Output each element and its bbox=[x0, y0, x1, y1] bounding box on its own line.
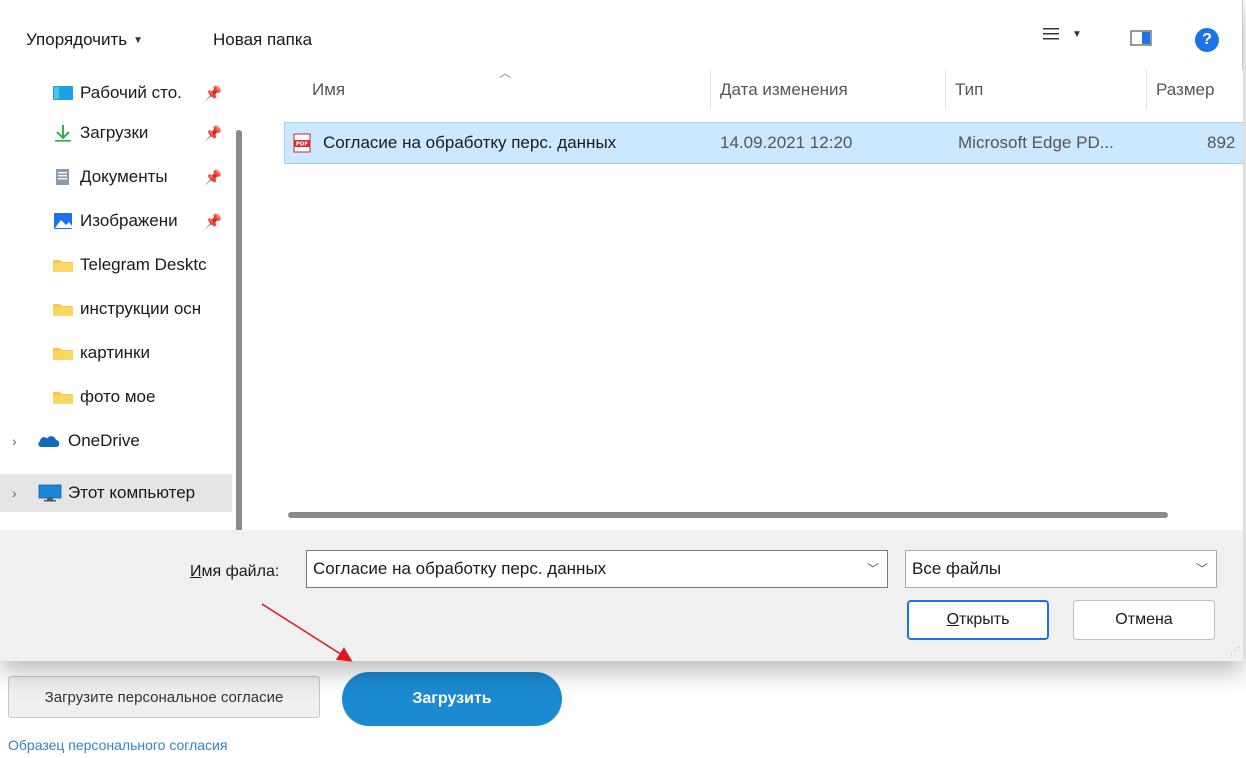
nav-scrollbar[interactable] bbox=[236, 130, 242, 530]
pin-icon: 📌 bbox=[204, 168, 222, 185]
file-type: Microsoft Edge PD... bbox=[958, 133, 1114, 152]
screen: Загрузите персональное согласие Загрузит… bbox=[0, 0, 1246, 758]
nav-item-label: OneDrive bbox=[68, 431, 140, 450]
nav-item-desktop[interactable]: Рабочий сто. 📌 bbox=[0, 74, 232, 112]
cancel-button[interactable]: Отмена bbox=[1073, 600, 1215, 640]
nav-item-onedrive[interactable]: › OneDrive bbox=[0, 422, 232, 460]
nav-item-label: картинки bbox=[80, 343, 150, 362]
chevron-right-icon[interactable]: › bbox=[12, 433, 17, 449]
column-header-type[interactable]: Тип bbox=[955, 80, 983, 100]
nav-item-pictures-folder[interactable]: картинки bbox=[0, 334, 232, 372]
computer-icon bbox=[38, 484, 62, 502]
pdf-icon: PDF bbox=[293, 133, 311, 153]
pin-icon: 📌 bbox=[204, 124, 222, 141]
nav-item-documents[interactable]: Документы 📌 bbox=[0, 158, 232, 196]
file-date: 14.09.2021 12:20 bbox=[720, 133, 853, 152]
nav-item-instructions[interactable]: инструкции осн bbox=[0, 290, 232, 328]
filetype-value: Все файлы bbox=[912, 559, 1002, 578]
column-header-name[interactable]: Имя bbox=[312, 80, 345, 100]
column-header-date[interactable]: Дата изменения bbox=[720, 80, 848, 100]
documents-icon bbox=[56, 169, 69, 185]
file-size: 892 bbox=[1207, 133, 1236, 152]
caret-down-icon: ▼ bbox=[1072, 28, 1082, 40]
pin-icon: 📌 bbox=[204, 212, 222, 229]
file-name: Согласие на обработку перс. данных bbox=[323, 133, 617, 152]
nav-item-this-pc[interactable]: › Этот компьютер bbox=[0, 474, 232, 512]
column-separator[interactable] bbox=[1146, 70, 1147, 110]
nav-item-downloads[interactable]: Загрузки 📌 bbox=[0, 114, 232, 152]
dialog-toolbar: Упорядочить ▼ Новая папка ▼ ? bbox=[0, 0, 1243, 70]
filename-value: Согласие на обработку перс. данных bbox=[313, 559, 607, 578]
nav-item-label: Загрузки bbox=[80, 123, 149, 142]
nav-item-my-photo[interactable]: фото мое bbox=[0, 378, 232, 416]
column-header-size[interactable]: Размер bbox=[1156, 80, 1214, 100]
list-view-icon bbox=[1043, 28, 1059, 40]
nav-item-label: Документы bbox=[80, 167, 168, 186]
nav-item-label: фото мое bbox=[80, 387, 156, 406]
preview-pane-button[interactable] bbox=[1130, 29, 1152, 52]
filename-label: Имя файла: bbox=[190, 563, 279, 581]
pin-icon: 📌 bbox=[204, 84, 222, 101]
sort-ascending-icon: ︿ bbox=[499, 70, 512, 80]
file-list-pane: ︿ Имя Дата изменения Тип Размер PDF Согл… bbox=[262, 70, 1243, 530]
folder-icon bbox=[53, 260, 73, 272]
upload-button[interactable]: Загрузить bbox=[342, 672, 562, 726]
nav-item-label: инструкции осн bbox=[80, 299, 202, 318]
preview-pane-icon bbox=[1130, 30, 1152, 46]
horizontal-scrollbar[interactable] bbox=[288, 512, 1168, 518]
file-row[interactable]: PDF Согласие на обработку перс. данных 1… bbox=[284, 122, 1243, 164]
nav-item-label: Telegram Desktc bbox=[80, 255, 207, 274]
download-icon bbox=[55, 125, 71, 142]
nav-item-label: Рабочий сто. bbox=[80, 83, 182, 102]
open-button[interactable]: Открыть bbox=[907, 600, 1049, 640]
onedrive-icon bbox=[38, 436, 60, 447]
filename-label-accesskey: И bbox=[190, 563, 202, 580]
open-button-accesskey: О bbox=[946, 611, 960, 628]
nav-item-label: Изображени bbox=[80, 211, 178, 230]
filename-input[interactable]: Согласие на обработку перс. данных ﹀ bbox=[306, 550, 888, 588]
folder-icon bbox=[53, 348, 73, 360]
folder-icon bbox=[53, 304, 73, 316]
choose-personal-consent-button[interactable]: Загрузите персональное согласие bbox=[8, 676, 320, 718]
column-separator[interactable] bbox=[945, 70, 946, 110]
caret-down-icon: ▼ bbox=[133, 34, 144, 46]
new-folder-button[interactable]: Новая папка bbox=[213, 30, 312, 50]
svg-text:PDF: PDF bbox=[296, 142, 309, 148]
sample-consent-link[interactable]: Образец персонального согласия bbox=[8, 737, 227, 753]
chevron-down-icon: ﹀ bbox=[1195, 562, 1208, 576]
organize-menu-button[interactable]: Упорядочить ▼ bbox=[26, 30, 143, 50]
view-options-button[interactable]: ▼ bbox=[1042, 26, 1082, 42]
organize-label: Упорядочить bbox=[26, 30, 128, 49]
desktop-icon bbox=[53, 86, 73, 100]
help-button[interactable]: ? bbox=[1195, 28, 1219, 52]
column-separator[interactable] bbox=[710, 70, 711, 110]
chevron-down-icon[interactable]: ﹀ bbox=[867, 560, 879, 577]
nav-item-label: Этот компьютер bbox=[68, 483, 196, 502]
file-open-dialog: Упорядочить ▼ Новая папка ▼ ? Рабочий ст… bbox=[0, 0, 1243, 661]
chevron-right-icon[interactable]: › bbox=[12, 485, 17, 501]
open-button-label: ткрыть bbox=[959, 611, 1010, 628]
filetype-select[interactable]: Все файлы ﹀ bbox=[905, 550, 1217, 588]
filename-label-text: мя файла: bbox=[201, 563, 280, 580]
nav-item-telegram-desktop[interactable]: Telegram Desktc bbox=[0, 246, 232, 284]
nav-item-pictures[interactable]: Изображени 📌 bbox=[0, 202, 232, 240]
pictures-icon bbox=[54, 213, 72, 229]
folder-icon bbox=[53, 392, 73, 404]
resize-grip-icon[interactable]: ⋰ bbox=[1230, 646, 1240, 657]
dialog-bottom-bar: Имя файла: Согласие на обработку перс. д… bbox=[0, 530, 1243, 661]
navigation-pane: Рабочий сто. 📌 Загрузки 📌 Документы 📌 Из… bbox=[0, 70, 250, 530]
